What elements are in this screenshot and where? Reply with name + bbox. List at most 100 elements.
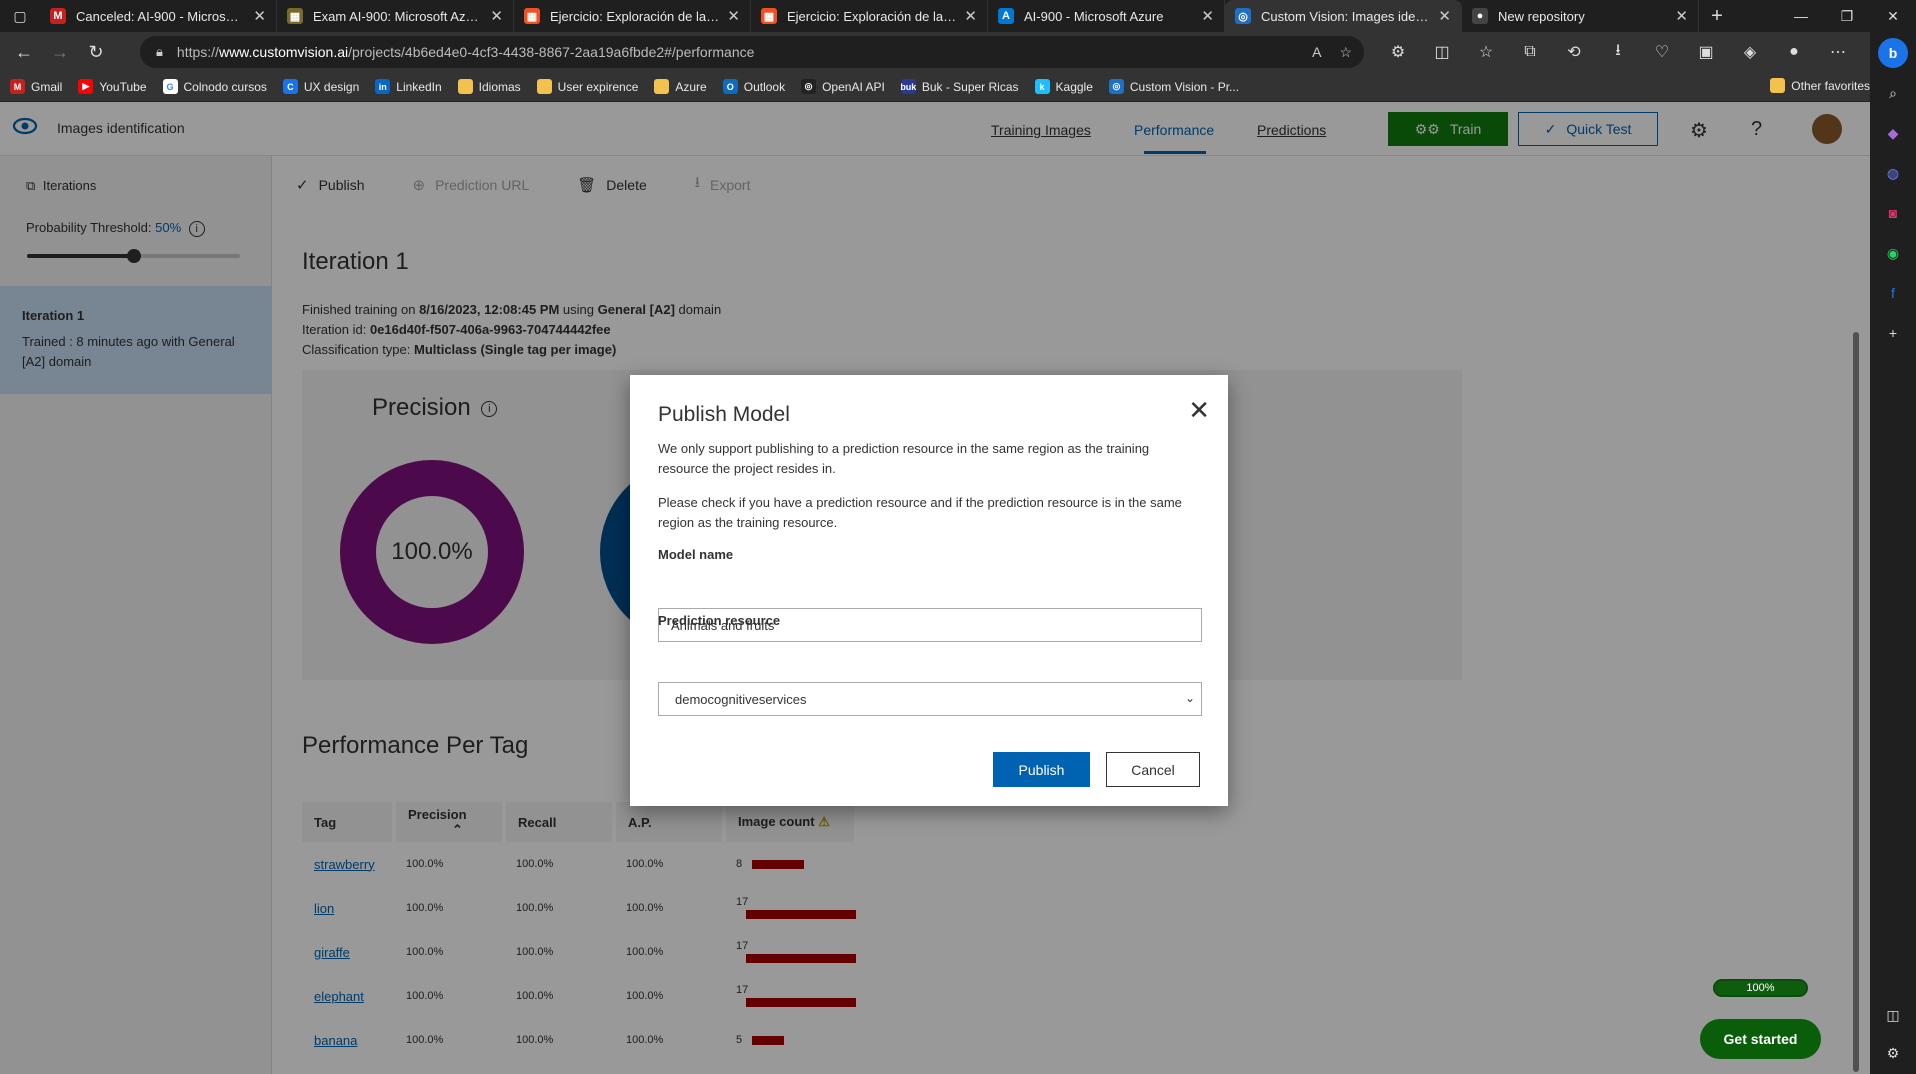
bookmark-icon: k (1034, 79, 1050, 94)
dialog-text-check: Please check if you have a prediction re… (658, 495, 1182, 530)
bookmark-label: YouTube (99, 79, 147, 94)
hide-sidebar-icon[interactable]: ◫ (1878, 1000, 1908, 1030)
close-tab-icon[interactable]: ✕ (1675, 7, 1688, 25)
tab-microsoft[interactable]: ▦ Ejercicio: Exploración de la tradu ✕ (751, 0, 988, 32)
bookmark-item[interactable]: O Outlook (722, 79, 786, 94)
performance-icon[interactable]: ♡ (1640, 42, 1684, 62)
bookmark-label: User expirence (557, 79, 639, 94)
messenger-icon[interactable]: ◍ (1878, 158, 1908, 188)
close-tab-icon[interactable]: ✕ (1201, 7, 1214, 25)
bookmark-label: Outlook (743, 79, 786, 94)
browser-essentials-icon[interactable]: ◈ (1728, 42, 1772, 62)
bookmark-label: LinkedIn (396, 79, 442, 94)
close-tab-icon[interactable]: ✕ (490, 7, 503, 25)
url-field[interactable]: 🔒︎ https://www.customvision.ai/projects/… (140, 36, 1364, 68)
tab-bar: ▢ M Canceled: AI-900 - Microsoft Azu ✕ ▦ Exa… (0, 0, 1916, 32)
bookmark-item[interactable]: M Gmail (10, 79, 62, 94)
cancel-button[interactable]: Cancel (1106, 752, 1200, 787)
facebook-icon[interactable]: f (1878, 278, 1908, 308)
minimize-icon[interactable]: — (1778, 0, 1824, 32)
chevron-down-icon: ⌄ (1184, 691, 1195, 705)
close-window-icon[interactable]: ✕ (1870, 0, 1916, 32)
bookmark-item[interactable]: C UX design (282, 79, 359, 94)
bookmarks-list: M Gmail ▶ YouTube G Colnodo cursos C UX design i… (10, 79, 1255, 94)
tab-customvision[interactable]: ◎ Custom Vision: Images identifica ✕ (1225, 0, 1462, 32)
bookmark-icon (536, 79, 552, 94)
other-favorites[interactable]: Other favorites (1770, 78, 1870, 93)
publish-model-dialog: Publish Model ✕ We only support publishi… (630, 375, 1228, 806)
downloads-icon[interactable]: ⭳ (1596, 39, 1640, 66)
extensions-icon[interactable]: ⚙ (1376, 42, 1420, 62)
tab-title: Exam AI-900: Microsoft Azure AI (313, 8, 483, 24)
add-sidebar-app-icon[interactable]: + (1878, 318, 1908, 348)
bookmark-icon: buk (900, 79, 916, 94)
instagram-icon[interactable]: ◙ (1878, 198, 1908, 228)
read-aloud-icon[interactable]: A (1312, 44, 1321, 61)
bookmark-item[interactable]: k Kaggle (1034, 79, 1093, 94)
bookmark-icon: in (375, 79, 391, 94)
url-host: www.customvision.ai (218, 44, 349, 60)
history-icon[interactable]: ⟲ (1552, 42, 1596, 62)
sidebar-settings-icon[interactable]: ⚙ (1878, 1038, 1908, 1068)
refresh-icon[interactable]: ↻ (78, 34, 114, 70)
edge-sidebar: b ⌕ ◆ ◍ ◙ ◉ f + ◫ ⚙ (1870, 32, 1916, 1074)
restore-icon[interactable]: ❐ (1824, 0, 1870, 32)
tab-github[interactable]: ● New repository ✕ (1462, 0, 1699, 32)
bookmark-item[interactable]: in LinkedIn (375, 79, 442, 94)
favorites-icon[interactable]: ☆ (1464, 42, 1508, 62)
close-tab-icon[interactable]: ✕ (253, 7, 266, 25)
bookmark-icon: O (722, 79, 738, 94)
close-tab-icon[interactable]: ✕ (727, 7, 740, 25)
window-controls: — ❐ ✕ (1778, 0, 1916, 32)
close-tab-icon[interactable]: ✕ (964, 7, 977, 25)
prediction-resource-value: democognitiveservices (675, 691, 807, 707)
bookmark-icon: ◎ (1108, 79, 1124, 94)
search-icon[interactable]: ⌕ (1878, 78, 1908, 108)
bookmark-item[interactable]: ◎ OpenAI API (801, 79, 885, 94)
forward-icon[interactable]: → (42, 34, 78, 70)
tab-title: Ejercicio: Exploración de la clasif (550, 8, 720, 24)
tab-gmail[interactable]: M Canceled: AI-900 - Microsoft Azu ✕ (40, 0, 277, 32)
bookmark-item[interactable]: G Colnodo cursos (162, 79, 267, 94)
profile-icon[interactable]: ● (1772, 43, 1816, 61)
bookmark-icon: ▶ (78, 79, 94, 94)
bookmark-icon (654, 79, 670, 94)
tabs-container: M Canceled: AI-900 - Microsoft Azu ✕ ▦ Exam … (40, 0, 1699, 32)
favorite-star-icon[interactable]: ☆ (1339, 44, 1352, 61)
tab-azure[interactable]: A AI-900 - Microsoft Azure ✕ (988, 0, 1225, 32)
tab-microsoft[interactable]: ▦ Ejercicio: Exploración de la clasif ✕ (514, 0, 751, 32)
more-icon[interactable]: ⋯ (1816, 42, 1860, 62)
close-icon[interactable]: ✕ (1188, 397, 1210, 423)
shopping-icon[interactable]: ◆ (1878, 118, 1908, 148)
bookmark-item[interactable]: ▶ YouTube (78, 79, 147, 94)
bookmark-label: OpenAI API (822, 79, 885, 94)
bookmark-label: Idiomas (478, 79, 521, 94)
bookmark-item[interactable]: Idiomas (457, 79, 521, 94)
collections-icon[interactable]: ⧉ (1508, 43, 1552, 61)
microsoft-icon: ▦ (287, 8, 303, 24)
bookmark-item[interactable]: buk Buk - Super Ricas (900, 79, 1019, 94)
close-tab-icon[interactable]: ✕ (1438, 7, 1451, 25)
prediction-resource-select[interactable]: democognitiveservices ⌄ (658, 682, 1202, 716)
gmail-icon: M (50, 8, 66, 24)
bookmark-item[interactable]: ◎ Custom Vision - Pr... (1108, 79, 1239, 94)
bookmarks-bar: M Gmail ▶ YouTube G Colnodo cursos C UX design i… (0, 72, 1916, 102)
other-favorites-label: Other favorites (1791, 78, 1870, 93)
bookmark-label: Buk - Super Ricas (921, 79, 1019, 94)
bing-copilot-icon[interactable]: b (1878, 38, 1908, 68)
new-tab-button[interactable]: + (1699, 5, 1735, 28)
split-screen-icon[interactable]: ◫ (1420, 42, 1464, 62)
azure-icon: A (998, 8, 1014, 24)
progress-pill[interactable]: 100% (1713, 979, 1808, 997)
publish-button[interactable]: Publish (993, 752, 1090, 787)
back-icon[interactable]: ← (6, 34, 42, 70)
bookmark-item[interactable]: Azure (654, 79, 707, 94)
screenshot-icon[interactable]: ▣ (1684, 42, 1728, 62)
get-started-button[interactable]: Get started (1700, 1019, 1821, 1059)
whatsapp-icon[interactable]: ◉ (1878, 238, 1908, 268)
url-prefix: https:// (176, 44, 219, 60)
tab-actions-icon[interactable]: ▢ (0, 0, 40, 32)
tab-microsoft[interactable]: ▦ Exam AI-900: Microsoft Azure AI ✕ (277, 0, 514, 32)
microsoft-icon: ▦ (524, 8, 540, 24)
bookmark-item[interactable]: User expirence (536, 79, 639, 94)
